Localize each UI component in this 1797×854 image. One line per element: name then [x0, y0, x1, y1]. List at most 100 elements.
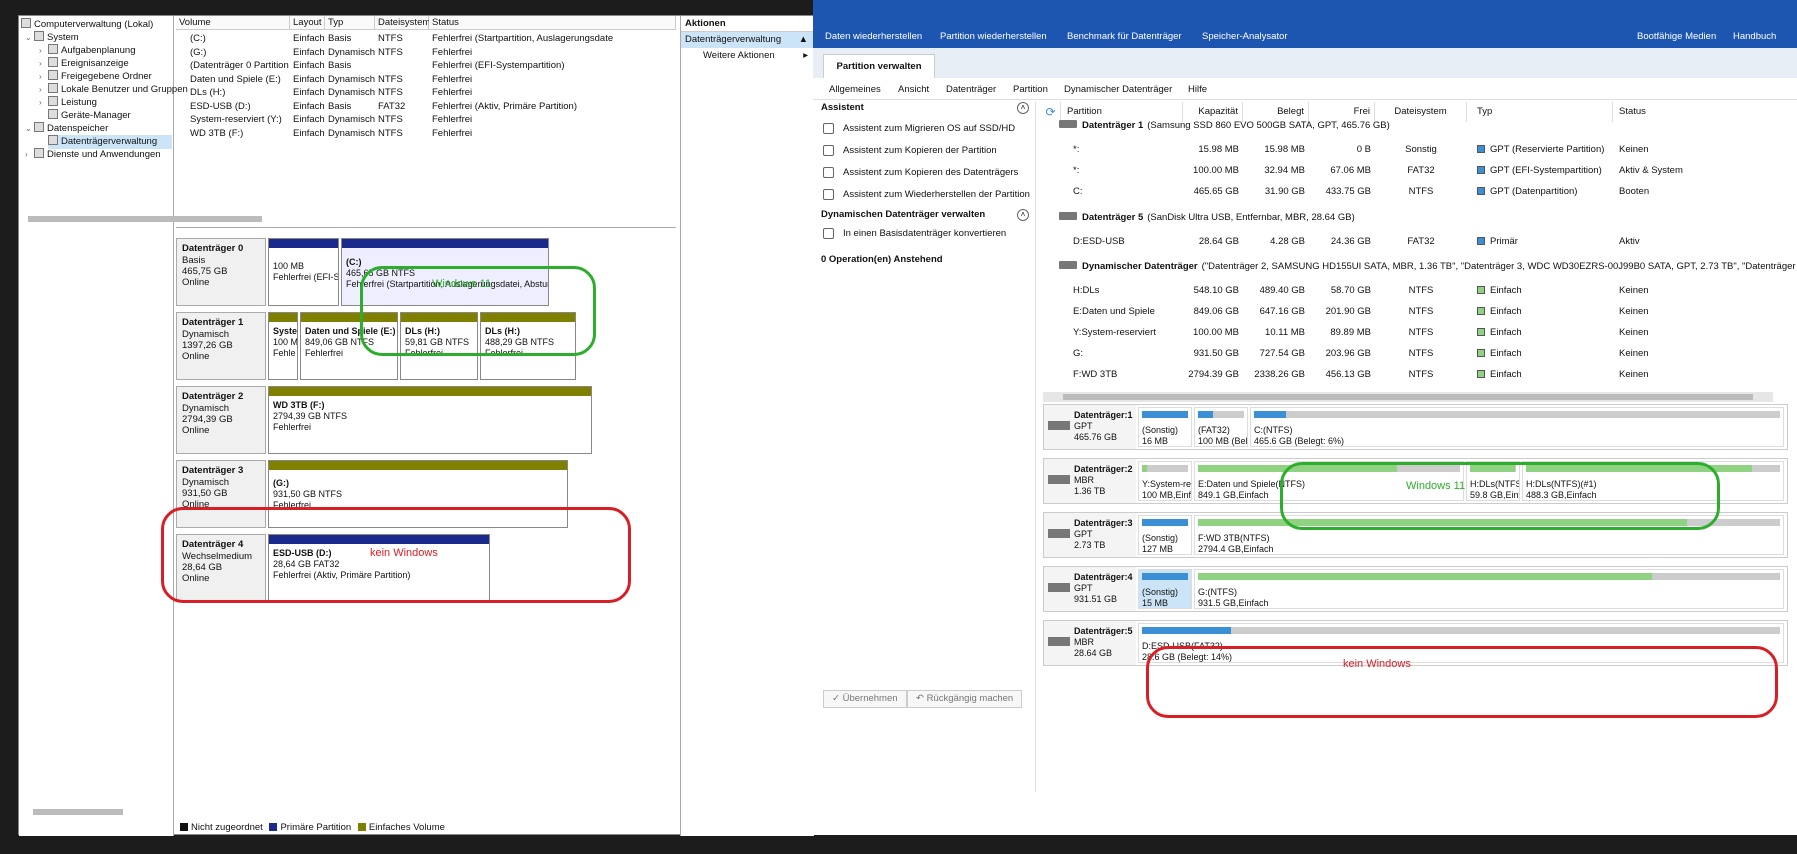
disk-header[interactable]: Datenträger 1 (Samsung SSD 860 EVO 500GB …: [1059, 116, 1390, 136]
disk-0-part-efi[interactable]: 100 MB Fehlerfrei (EFI-Sy: [268, 238, 339, 306]
partition-row[interactable]: H:DLs 548.10 GB 489.40 GB 58.70 GB NTFS Einfa…: [1041, 281, 1797, 301]
tree-geraete[interactable]: Geräte-Manager: [48, 109, 131, 123]
chevron-right-icon[interactable]: ›: [25, 148, 34, 162]
wizard-copy-disk[interactable]: Assistent zum Kopieren des Datenträgers: [843, 167, 1018, 178]
col-typ[interactable]: Typ: [325, 16, 375, 30]
map-1-part-a[interactable]: (Sonstig) 16 MB: [1138, 407, 1192, 447]
menu-partition[interactable]: Partition: [1013, 84, 1048, 95]
tree-dienste[interactable]: › Dienste und Anwendungen: [25, 148, 161, 162]
table-hscrollbar[interactable]: [1043, 392, 1773, 402]
tree-freigaben[interactable]: › Freigegebene Ordner: [39, 70, 152, 84]
refresh-icon[interactable]: ⟳: [1041, 102, 1061, 122]
volume-cell: NTFS: [378, 73, 403, 85]
tree-root[interactable]: Computerverwaltung (Lokal): [21, 18, 153, 32]
partition-cell: Einfach: [1477, 302, 1522, 322]
disk-1-info[interactable]: Datenträger 1 Dynamisch 1397,26 GB Online: [176, 312, 266, 380]
col-status[interactable]: Status: [1613, 102, 1773, 122]
wizard-migrate[interactable]: Assistent zum Migrieren OS auf SSD/HD: [843, 123, 1015, 134]
map-4-part-b[interactable]: G:(NTFS) 931.5 GB,Einfach: [1194, 569, 1784, 609]
disk-0-info[interactable]: Datenträger 0 Basis 465,75 GB Online: [176, 238, 266, 306]
tree-system[interactable]: ⌄ System: [25, 31, 79, 45]
partition-cell: Primär: [1477, 232, 1518, 252]
toolbar-space-analyzer[interactable]: Speicher-Analysator: [1202, 31, 1288, 42]
partition-row[interactable]: D:ESD-USB 28.64 GB 4.28 GB 24.36 GB FAT32 Pri…: [1041, 232, 1797, 252]
tab-partition-manage[interactable]: Partition verwalten: [823, 54, 935, 78]
collapse-icon[interactable]: ▲: [799, 32, 808, 48]
collapse-icon[interactable]: ˄: [1017, 102, 1029, 114]
volume-row[interactable]: DLs (H:) Einfach Dynamisch NTFS Fehlerfrei: [176, 86, 676, 99]
col-layout[interactable]: Layout: [290, 16, 325, 30]
tree-speicher[interactable]: ⌄ Datenspeicher: [25, 122, 108, 136]
toolbar-bootable-media[interactable]: Bootfähige Medien: [1637, 31, 1716, 42]
tree-aufgaben[interactable]: › Aufgabenplanung: [39, 44, 136, 58]
menu-dynamic-disk[interactable]: Dynamischer Datenträger: [1064, 84, 1172, 95]
chevron-down-icon[interactable]: ⌄: [25, 31, 34, 45]
menu-general[interactable]: Allgemeines: [829, 84, 881, 95]
menu-view[interactable]: Ansicht: [898, 84, 929, 95]
disk-header[interactable]: Datenträger 5 (SanDisk Ultra USB, Entfern…: [1059, 208, 1355, 228]
disk-2-info[interactable]: Datenträger 2 Dynamisch 2794,39 GB Online: [176, 386, 266, 454]
volume-row[interactable]: (C:) Einfach Basis NTFS Fehlerfrei (Startpar…: [176, 32, 676, 45]
map-1-part-c[interactable]: C:(NTFS) 465.6 GB (Belegt: 6%): [1250, 407, 1784, 447]
apply-button[interactable]: ✓ Übernehmen: [823, 690, 907, 708]
chevron-right-icon[interactable]: ›: [39, 83, 48, 97]
toolbar-data-recovery[interactable]: Daten wiederherstellen: [825, 31, 922, 42]
volume-row[interactable]: WD 3TB (F:) Einfach Dynamisch NTFS Fehlerfre…: [176, 127, 676, 140]
disk-header[interactable]: Dynamischer Datenträger ("Datenträger 2, …: [1059, 257, 1796, 277]
chevron-down-icon[interactable]: ⌄: [25, 122, 34, 136]
tree-leistung[interactable]: › Leistung: [39, 96, 97, 110]
chevron-right-icon[interactable]: ›: [39, 44, 48, 58]
map-3-part-a[interactable]: (Sonstig) 127 MB: [1138, 515, 1192, 555]
map-disk-4[interactable]: Datenträger:4 GPT 931.51 GB (Sonstig) 15 MB…: [1043, 566, 1788, 612]
partition-row[interactable]: *: 100.00 MB 32.94 MB 67.06 MB FAT32 GPT (EFI…: [1041, 161, 1797, 181]
pending-ops: 0 Operation(en) Anstehend: [821, 254, 943, 265]
disk-1-part-system[interactable]: Syste 100 M Fehle: [268, 312, 298, 380]
volume-list: Volume Layout Typ Dateisystem Status (C:…: [176, 16, 676, 228]
tree-ereignis[interactable]: › Ereignisanzeige: [39, 57, 129, 71]
chevron-right-icon[interactable]: ›: [39, 96, 48, 110]
undo-button[interactable]: ↶ Rückgängig machen: [907, 690, 1023, 708]
map-1-part-b[interactable]: (FAT32) 100 MB (Bele: [1194, 407, 1248, 447]
partition-row[interactable]: *: 15.98 MB 15.98 MB 0 B Sonstig GPT (Reservi…: [1041, 140, 1797, 160]
volume-row[interactable]: Daten und Spiele (E:) Einfach Dynamisch NTF…: [176, 73, 676, 86]
partition-row[interactable]: C: 465.65 GB 31.90 GB 433.75 GB NTFS GPT (Dat…: [1041, 182, 1797, 202]
disk-2-part-f[interactable]: WD 3TB (F:) 2794,39 GB NTFS Fehlerfrei: [268, 386, 592, 454]
col-status[interactable]: Status: [429, 16, 676, 30]
tree-benutzer[interactable]: › Lokale Benutzer und Gruppen: [39, 83, 188, 97]
col-volume[interactable]: Volume: [176, 16, 290, 30]
tree-dtv[interactable]: Datenträgerverwaltung: [48, 135, 172, 149]
partition-cell: 15.98 MB: [1264, 144, 1305, 155]
chevron-right-icon[interactable]: ›: [39, 70, 48, 84]
actions-dtv[interactable]: Datenträgerverwaltung ▲: [681, 32, 814, 48]
volume-row[interactable]: (Datenträger 0 Partition 2) Einfach Basis F…: [176, 59, 676, 72]
wizard-copy-partition[interactable]: Assistent zum Kopieren der Partition: [843, 145, 997, 156]
partition-row[interactable]: Y:System-reserviert 100.00 MB 10.11 MB 89.8…: [1041, 323, 1797, 343]
collapse-icon[interactable]: ˄: [1017, 209, 1029, 221]
col-type[interactable]: Typ: [1467, 102, 1613, 122]
volume-cell: Fehlerfrei: [432, 73, 473, 85]
partition-row[interactable]: F:WD 3TB 2794.39 GB 2338.26 GB 456.13 GB NTF…: [1041, 365, 1797, 385]
toolbar-partition-recovery[interactable]: Partition wiederherstellen: [940, 31, 1047, 42]
partition-table: ⟳ Partition Kapazität Belegt Frei Dateis…: [1041, 102, 1797, 398]
menu-disk[interactable]: Datenträger: [946, 84, 996, 95]
partition-cell: 67.06 MB: [1330, 165, 1371, 176]
toolbar-manual[interactable]: Handbuch: [1733, 31, 1776, 42]
menu-help[interactable]: Hilfe: [1188, 84, 1207, 95]
wizard-recover-partition[interactable]: Assistent zum Wiederherstellen der Parti…: [843, 189, 1030, 200]
volume-row[interactable]: (G:) Einfach Dynamisch NTFS Fehlerfrei: [176, 46, 676, 59]
volume-hscrollbar[interactable]: [28, 216, 262, 222]
toolbar-benchmark[interactable]: Benchmark für Datenträger: [1067, 31, 1182, 42]
col-dateisystem[interactable]: Dateisystem: [375, 16, 430, 30]
map-2-part-a[interactable]: Y:System-res 100 MB,Einfa: [1138, 461, 1192, 501]
volume-row[interactable]: ESD-USB (D:) Einfach Basis FAT32 Fehlerfrei …: [176, 100, 676, 113]
partition-row[interactable]: G: 931.50 GB 727.54 GB 203.96 GB NTFS Einfach…: [1041, 344, 1797, 364]
dynamic-convert[interactable]: In einen Basisdatenträger konvertieren: [843, 228, 1006, 239]
volume-cell: Basis: [328, 33, 352, 44]
actions-more[interactable]: Weitere Aktionen ▸: [681, 48, 814, 64]
map-4-part-a[interactable]: (Sonstig) 15 MB: [1138, 569, 1192, 609]
volume-row[interactable]: System-reserviert (Y:) Einfach Dynamisch NT…: [176, 113, 676, 126]
map-disk-1[interactable]: Datenträger:1 GPT 465.76 GB (Sonstig) 16 MB…: [1043, 404, 1788, 450]
partition-row[interactable]: E:Daten und Spiele 849.06 GB 647.16 GB 201.…: [1041, 302, 1797, 322]
tree-scrollbar[interactable]: [33, 809, 123, 815]
chevron-right-icon[interactable]: ›: [39, 57, 48, 71]
